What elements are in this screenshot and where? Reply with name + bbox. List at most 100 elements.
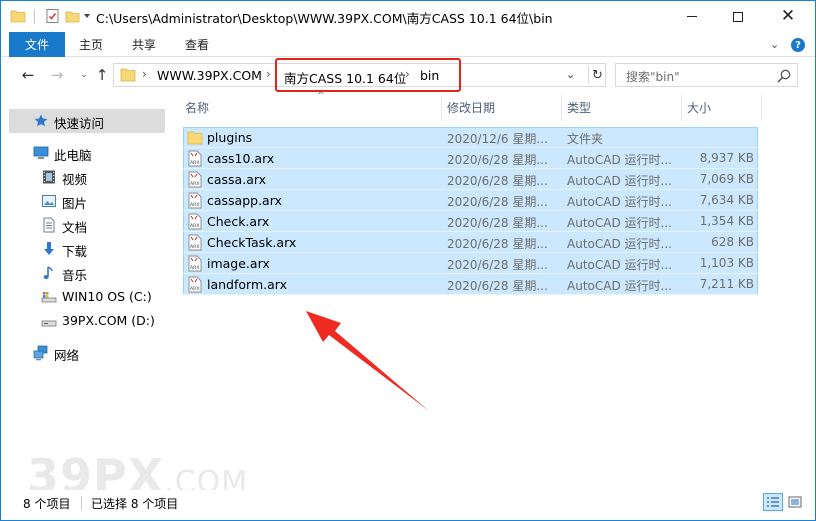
breadcrumb-separator[interactable]: › [266, 67, 271, 81]
column-divider[interactable] [761, 95, 762, 121]
system-drive-icon [41, 292, 57, 303]
column-header-name[interactable]: 名称 ^ [185, 91, 435, 121]
address-dropdown-icon[interactable]: ⌄ [566, 68, 575, 81]
close-button[interactable]: ✕ [761, 1, 815, 32]
sidebar-item-drive-c[interactable]: WIN10 OS (C:) [1, 286, 171, 308]
column-divider[interactable] [681, 95, 682, 121]
file-type: AutoCAD 运行时... [567, 216, 672, 230]
title-bar: C:\Users\Administrator\Desktop\WWW.39PX.… [1, 1, 815, 32]
file-name: Check.arx [207, 214, 270, 229]
column-header-size[interactable]: 大小 [687, 93, 757, 121]
back-button[interactable]: ← [18, 65, 38, 85]
sidebar-item-label: 快速访问 [54, 116, 105, 131]
close-icon: ✕ [780, 6, 796, 26]
file-row-checktask[interactable]: ARX CheckTask.arx 2020/6/28 星期... AutoCA… [183, 232, 758, 253]
file-row-cassapp[interactable]: ARX cassapp.arx 2020/6/28 星期... AutoCAD … [183, 190, 758, 211]
file-name: cassapp.arx [207, 193, 282, 208]
sidebar-item-quick-access[interactable]: 快速访问 [1, 110, 171, 132]
video-icon [43, 170, 55, 184]
folder-icon [120, 68, 136, 82]
column-divider[interactable] [561, 95, 562, 121]
selected-count: 已选择 8 个项目 [91, 497, 179, 511]
file-size: 1,103 KB [699, 256, 754, 270]
svg-text:ARX: ARX [190, 265, 199, 271]
large-icons-view-button[interactable] [787, 494, 803, 510]
file-type: 文件夹 [567, 132, 604, 146]
sidebar-item-label: 文档 [62, 220, 88, 235]
sidebar-item-this-pc[interactable]: 此电脑 [1, 142, 171, 164]
folder-icon[interactable] [10, 8, 26, 24]
svg-text:ARX: ARX [190, 223, 199, 229]
tab-home[interactable]: 主页 [79, 32, 103, 57]
file-type: AutoCAD 运行时... [567, 258, 672, 272]
tab-view[interactable]: 查看 [185, 32, 209, 57]
new-folder-icon[interactable] [65, 8, 81, 24]
sidebar-item-label: 图片 [62, 196, 88, 211]
file-row-check[interactable]: ARX Check.arx 2020/6/28 星期... AutoCAD 运行… [183, 211, 758, 232]
arx-file-icon: ARX [188, 192, 202, 209]
properties-icon[interactable] [45, 8, 61, 24]
expand-ribbon-icon[interactable]: ⌄ [770, 38, 779, 51]
file-row-image[interactable]: ARX image.arx 2020/6/28 星期... AutoCAD 运行… [183, 253, 758, 274]
sidebar-item-documents[interactable]: 文档 [1, 214, 171, 236]
explorer-window: C:\Users\Administrator\Desktop\WWW.39PX.… [0, 0, 816, 521]
folder-icon [187, 131, 203, 145]
file-row-landform[interactable]: ARX landform.arx 2020/6/28 星期... AutoCAD… [183, 274, 758, 295]
file-date: 2020/6/28 星期... [447, 237, 548, 251]
search-input[interactable]: 搜索"bin" [626, 68, 680, 85]
sidebar-item-drive-d[interactable]: 39PX.COM (D:) [1, 310, 171, 332]
drive-icon [41, 320, 57, 327]
file-date: 2020/6/28 星期... [447, 279, 548, 293]
breadcrumb-39px[interactable]: WWW.39PX.COM [157, 68, 262, 83]
status-divider [81, 496, 82, 510]
details-view-button[interactable] [763, 493, 783, 511]
svg-text:ARX: ARX [190, 286, 199, 292]
file-size: 7,211 KB [699, 277, 754, 291]
download-icon [44, 242, 54, 255]
sidebar-item-videos[interactable]: 视频 [1, 166, 171, 188]
maximize-button[interactable] [715, 1, 761, 32]
tab-share[interactable]: 共享 [132, 32, 156, 57]
tab-file[interactable]: 文件 [9, 32, 65, 57]
file-name: landform.arx [207, 277, 287, 292]
file-name: image.arx [207, 256, 270, 271]
file-name: cass10.arx [207, 151, 275, 166]
quick-access-dropdown[interactable] [84, 14, 90, 18]
sidebar-item-label: 视频 [62, 172, 88, 187]
navigation-pane: 快速访问 此电脑 视频 图片 文档 下载 音乐 WIN10 OS (C:) 39… [1, 93, 173, 483]
arx-file-icon: ARX [188, 234, 202, 251]
column-divider[interactable] [441, 95, 442, 121]
file-date: 2020/6/28 星期... [447, 258, 548, 272]
file-row-cassa[interactable]: ARX cassa.arx 2020/6/28 星期... AutoCAD 运行… [183, 169, 758, 190]
file-size: 1,354 KB [699, 214, 754, 228]
file-row-plugins[interactable]: plugins 2020/12/6 星期... 文件夹 [183, 127, 758, 148]
column-header-modified[interactable]: 修改日期 [447, 93, 557, 121]
column-header-type[interactable]: 类型 [567, 93, 677, 121]
file-list: 名称 ^ 修改日期 类型 大小 plugins 2020/12/6 星期... … [173, 91, 813, 483]
search-box[interactable]: 搜索"bin" [615, 63, 798, 87]
forward-button[interactable]: → [47, 65, 67, 85]
minimize-button[interactable] [669, 1, 715, 32]
sidebar-item-pictures[interactable]: 图片 [1, 190, 171, 212]
search-icon [777, 69, 791, 83]
ribbon-tabs: 文件 主页 共享 查看 ⌄ ? [1, 32, 815, 57]
sidebar-item-music[interactable]: 音乐 [1, 262, 171, 284]
sidebar-item-network[interactable]: 网络 [1, 342, 171, 364]
file-row-cass10[interactable]: ARX cass10.arx 2020/6/28 星期... AutoCAD 运… [183, 148, 758, 169]
breadcrumb-separator[interactable]: › [142, 67, 147, 81]
svg-text:ARX: ARX [190, 202, 199, 208]
arx-file-icon: ARX [188, 276, 202, 293]
sidebar-item-label: 此电脑 [54, 148, 92, 163]
file-date: 2020/6/28 星期... [447, 153, 548, 167]
sidebar-item-downloads[interactable]: 下载 [1, 238, 171, 260]
file-date: 2020/12/6 星期... [447, 132, 548, 146]
file-size: 8,937 KB [699, 151, 754, 165]
sidebar-item-label: 音乐 [62, 268, 88, 283]
recent-locations-icon[interactable]: ⌄ [74, 65, 94, 85]
file-name: CheckTask.arx [207, 235, 297, 250]
up-button[interactable]: ↑ [92, 65, 112, 85]
file-date: 2020/6/28 星期... [447, 216, 548, 230]
column-header-label: 名称 [185, 100, 210, 115]
help-icon[interactable]: ? [791, 38, 805, 52]
refresh-icon[interactable]: ↻ [588, 66, 606, 84]
